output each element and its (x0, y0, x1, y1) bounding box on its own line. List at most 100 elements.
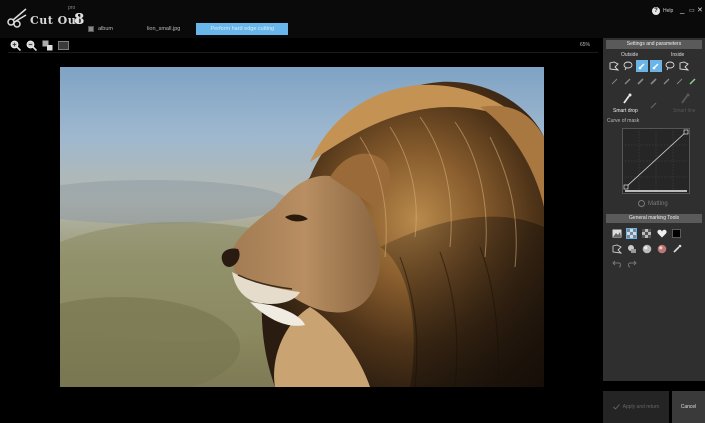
tool-checker-button[interactable] (626, 228, 637, 239)
brush-icon (652, 63, 659, 70)
black-square-icon (672, 229, 681, 238)
brush-small-inside-button[interactable] (675, 76, 684, 85)
redo-button[interactable] (626, 258, 637, 269)
settings-header: Settings and parameters (606, 40, 702, 49)
dropper-icon (623, 93, 632, 104)
lion-photo[interactable] (60, 67, 544, 387)
tab-hard-edge-cutting[interactable]: Perform hard edge cutting (196, 23, 289, 35)
minimize-button[interactable]: _ (680, 5, 684, 14)
pattern-icon (642, 229, 651, 238)
checkmark-icon (612, 404, 620, 410)
matting-label: Matting (648, 200, 668, 207)
dropper-icon (672, 244, 681, 253)
smart-drop-mid-button[interactable] (650, 96, 658, 114)
zoom-toolbar (10, 38, 69, 52)
outside-brush-button[interactable] (636, 60, 648, 72)
mode-row (603, 60, 705, 72)
actual-size-button[interactable] (42, 40, 53, 51)
outside-lasso-button[interactable] (622, 60, 634, 72)
sphere-icon (642, 244, 651, 253)
heart-icon (656, 229, 667, 238)
image-icon (612, 229, 621, 238)
checker-icon (627, 229, 636, 238)
brush-large-button[interactable] (636, 76, 645, 85)
tools-header: General marking Tools (606, 214, 702, 223)
pen-icon (636, 77, 644, 85)
tab-file[interactable]: lion_small.jpg (141, 23, 186, 35)
zoom-in-button[interactable] (10, 40, 21, 51)
scissors-icon (7, 8, 27, 28)
pen-icon (688, 77, 696, 85)
actual-size-icon (42, 40, 53, 50)
undo-icon (611, 260, 621, 268)
brush-medium-button[interactable] (623, 76, 632, 85)
pen-icon (663, 78, 669, 84)
brush-medium-inside-button[interactable] (662, 76, 671, 85)
brush-green-button[interactable] (688, 76, 697, 85)
marking-tools-grid (611, 228, 701, 273)
pen-icon (650, 102, 657, 109)
brush-size-row (603, 72, 705, 86)
tab-file-label: lion_small.jpg (146, 26, 181, 32)
polygon-lasso-icon (609, 61, 619, 71)
tool-pattern-button[interactable] (641, 228, 652, 239)
brush-small-button[interactable] (610, 76, 619, 85)
tool-heart-button[interactable] (656, 228, 667, 239)
zoom-in-icon (10, 40, 21, 51)
smart-line-label: Smart line (673, 108, 696, 114)
fit-window-icon (58, 40, 69, 50)
cancel-label: Cancel (680, 404, 697, 410)
tool-shapes-button[interactable] (626, 243, 637, 254)
brush-icon (638, 63, 645, 70)
zoom-out-icon (26, 40, 37, 51)
tool-sphere-button[interactable] (641, 243, 652, 254)
redo-icon (627, 260, 637, 268)
fit-window-button[interactable] (58, 40, 69, 51)
tool-image-button[interactable] (611, 228, 622, 239)
tool-color-sphere-button[interactable] (656, 243, 667, 254)
album-icon (88, 26, 94, 32)
outside-label: Outside (621, 52, 639, 58)
color-sphere-icon (657, 244, 666, 253)
polygon-lasso-icon (679, 61, 689, 71)
smart-drop-row: Smart drop Smart line (603, 86, 705, 116)
matting-icon (638, 200, 645, 207)
polygon-lasso-icon (612, 244, 622, 254)
help-button[interactable]: ? Help (652, 7, 673, 15)
undo-button[interactable] (611, 258, 622, 269)
dropper-icon (681, 93, 690, 104)
inside-brush-button[interactable] (650, 60, 662, 72)
smart-drop-label: Smart drop (613, 108, 638, 114)
pen-icon (649, 77, 657, 85)
matting-button[interactable]: Matting (638, 200, 668, 207)
maximize-button[interactable]: ▭ (689, 7, 695, 14)
tab-active-label: Perform hard edge cutting (210, 26, 275, 32)
tool-polygon-button[interactable] (611, 243, 622, 254)
tool-dropper-button[interactable] (671, 243, 682, 254)
toolbar-divider (8, 52, 598, 53)
tab-album-label: album (98, 26, 113, 32)
pen-icon (611, 78, 617, 84)
lasso-icon (665, 61, 675, 71)
apply-and-return-button[interactable]: Apply and return (603, 391, 669, 423)
outside-polygon-button[interactable] (608, 60, 620, 72)
curve-label: Curve of mask (607, 118, 640, 124)
zoom-out-button[interactable] (26, 40, 37, 51)
zoom-level: 65% (580, 42, 591, 48)
apply-label: Apply and return (622, 404, 660, 410)
help-label: Help (663, 8, 674, 14)
cancel-button[interactable]: Cancel (672, 391, 705, 423)
tab-album[interactable]: album (82, 23, 119, 35)
brush-large-inside-button[interactable] (649, 76, 658, 85)
help-icon: ? (652, 7, 660, 15)
settings-panel: Settings and parameters Outside Inside S… (603, 38, 705, 381)
inside-polygon-button[interactable] (678, 60, 690, 72)
close-button[interactable]: ✕ (697, 6, 703, 14)
mask-curve-editor[interactable] (622, 128, 690, 194)
title-bar: pro Cut Out 8 album lion_small.jpg Perfo… (0, 0, 705, 38)
lasso-icon (623, 61, 633, 71)
photo-image (60, 67, 544, 387)
pen-icon (676, 78, 682, 84)
tool-black-button[interactable] (671, 228, 682, 239)
inside-lasso-button[interactable] (664, 60, 676, 72)
